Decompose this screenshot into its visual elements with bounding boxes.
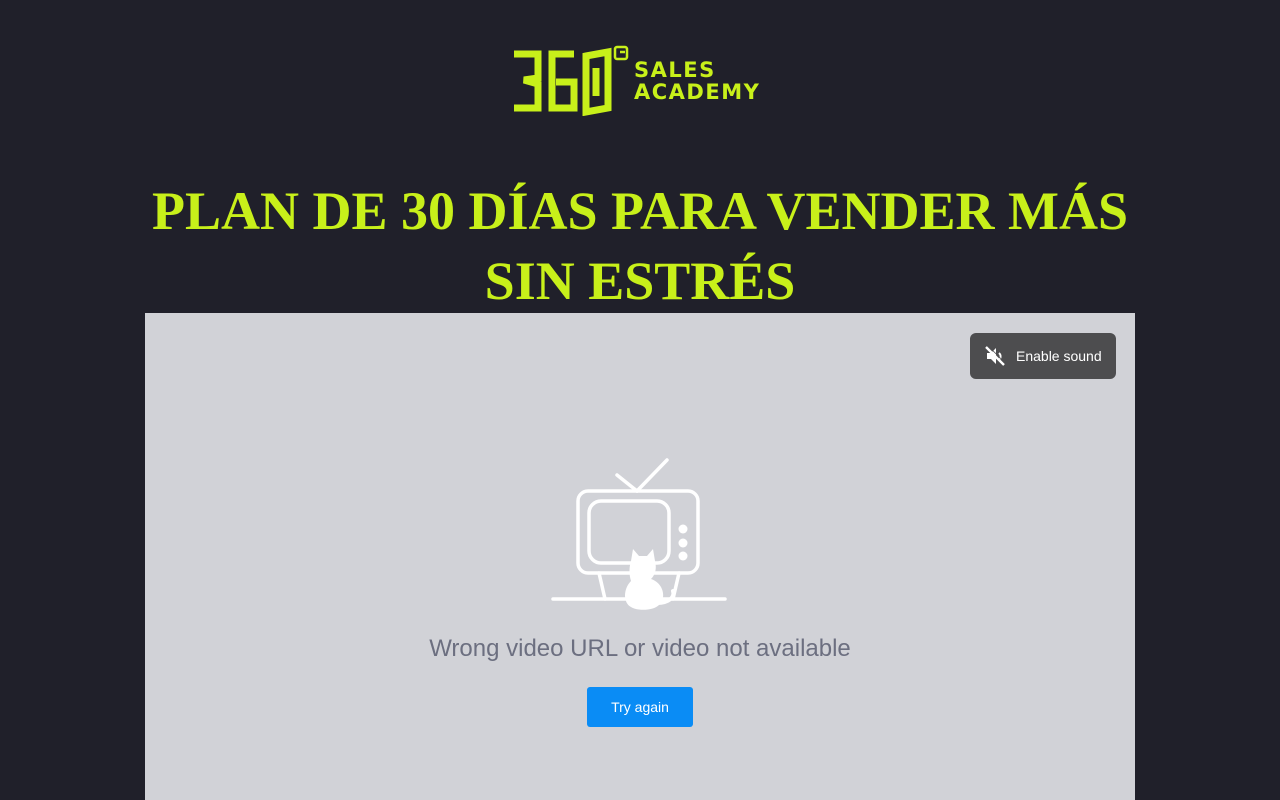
logo-mark-icon	[514, 45, 629, 116]
video-player[interactable]: Enable sound Wrong video URL or video no…	[145, 313, 1135, 800]
page-headline: PLAN DE 30 DÍAS PARA VENDER MÁS SIN ESTR…	[151, 181, 1129, 311]
enable-sound-button[interactable]: Enable sound	[970, 333, 1116, 379]
try-again-button[interactable]: Try again	[587, 687, 693, 727]
video-error-message: Wrong video URL or video not available	[429, 635, 851, 662]
landing-page: SALES ACADEMY PLAN DE 30 DÍAS PARA VENDE…	[0, 0, 1280, 800]
logo-line-1: SALES	[634, 58, 716, 82]
logo-line-2: ACADEMY	[634, 80, 761, 104]
logo-wordmark: SALES ACADEMY	[634, 59, 760, 103]
enable-sound-label: Enable sound	[1016, 348, 1102, 364]
speaker-muted-icon	[985, 345, 1006, 366]
tv-cat-icon	[551, 458, 727, 610]
brand-logo[interactable]: SALES ACADEMY	[512, 44, 772, 116]
